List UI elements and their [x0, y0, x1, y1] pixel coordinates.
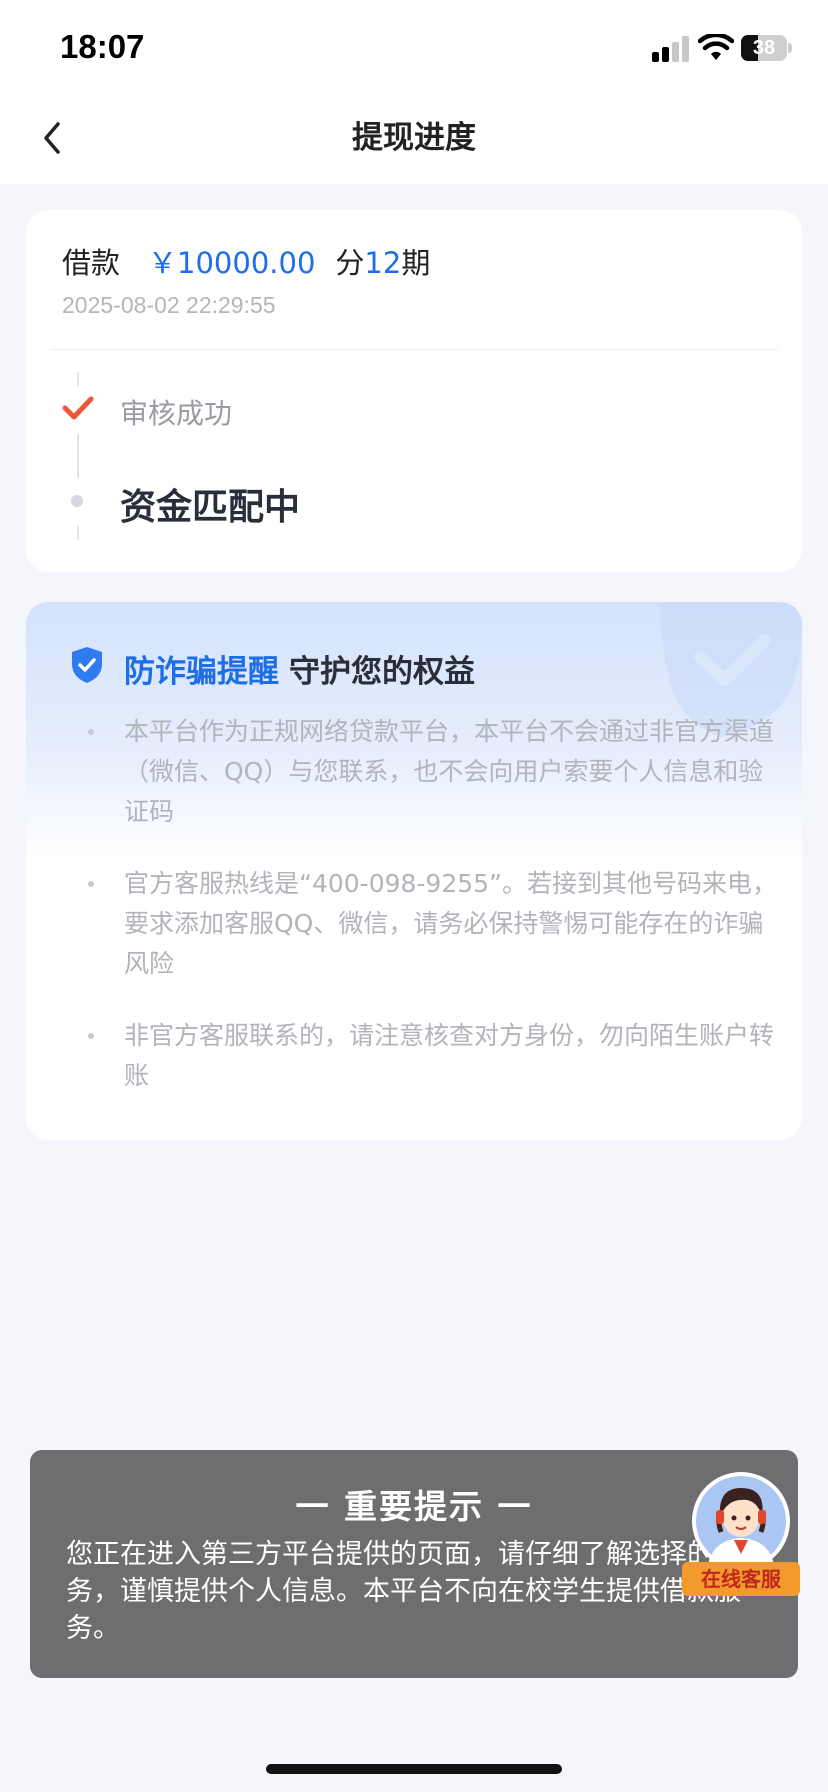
pending-dot-icon: [71, 495, 83, 507]
list-item: 非官方客服联系的，请注意核查对方身份，勿向陌生账户转账: [82, 1016, 782, 1096]
online-support-button[interactable]: 在线客服: [682, 1470, 800, 1596]
status-time: 18:07: [60, 28, 145, 65]
nav-bar: 提现进度: [0, 92, 828, 184]
installment-count: 12: [364, 246, 402, 280]
battery-icon: 38: [741, 35, 792, 61]
installment-prefix: 分: [335, 246, 365, 280]
check-icon: [62, 396, 94, 420]
anti-fraud-card: 防诈骗提醒 守护您的权益 本平台作为正规网络贷款平台，本平台不会通过非官方渠道（微…: [26, 602, 802, 1140]
timeline-line: [77, 434, 79, 478]
loan-label: 借款: [62, 246, 121, 280]
anti-fraud-list: 本平台作为正规网络贷款平台，本平台不会通过非官方渠道（微信、QQ）与您联系，也不…: [82, 712, 782, 1128]
step-review-success: 审核成功: [120, 397, 233, 430]
signal-icon: [652, 36, 689, 62]
support-label: 在线客服: [682, 1562, 800, 1596]
chevron-left-icon[interactable]: [38, 120, 68, 156]
support-agent-icon: [692, 1472, 790, 1570]
timeline-line: [77, 372, 79, 386]
loan-summary: 借款 ￥10000.00 分12期: [62, 240, 430, 282]
battery-level: 38: [752, 37, 776, 59]
installment-suffix: 期: [401, 246, 431, 280]
shield-check-icon: [72, 647, 102, 683]
wifi-icon: [698, 34, 734, 60]
list-item: 官方客服热线是“400-098-9255”。若接到其他号码来电，要求添加客服QQ…: [82, 864, 782, 984]
divider: [50, 349, 778, 350]
status-bar: 18:07 38: [0, 0, 828, 92]
loan-datetime: 2025-08-02 22:29:55: [62, 292, 276, 318]
list-item: 本平台作为正规网络贷款平台，本平台不会通过非官方渠道（微信、QQ）与您联系，也不…: [82, 712, 782, 832]
anti-fraud-title: 防诈骗提醒 守护您的权益: [124, 646, 475, 691]
step-fund-matching: 资金匹配中: [120, 487, 301, 528]
loan-progress-card: 借款 ￥10000.00 分12期 2025-08-02 22:29:55 审核成功…: [26, 210, 802, 572]
page-title: 提现进度: [352, 120, 476, 156]
loan-amount: ￥10000.00: [148, 246, 316, 280]
home-indicator[interactable]: [266, 1764, 562, 1774]
notice-body: 您正在进入第三方平台提供的页面，请仔细了解选择的服务，谨慎提供个人信息。本平台不…: [66, 1539, 741, 1644]
timeline-line: [77, 526, 79, 540]
anti-fraud-title-highlight: 防诈骗提醒: [124, 654, 279, 690]
anti-fraud-title-rest: 守护您的权益: [289, 654, 475, 690]
